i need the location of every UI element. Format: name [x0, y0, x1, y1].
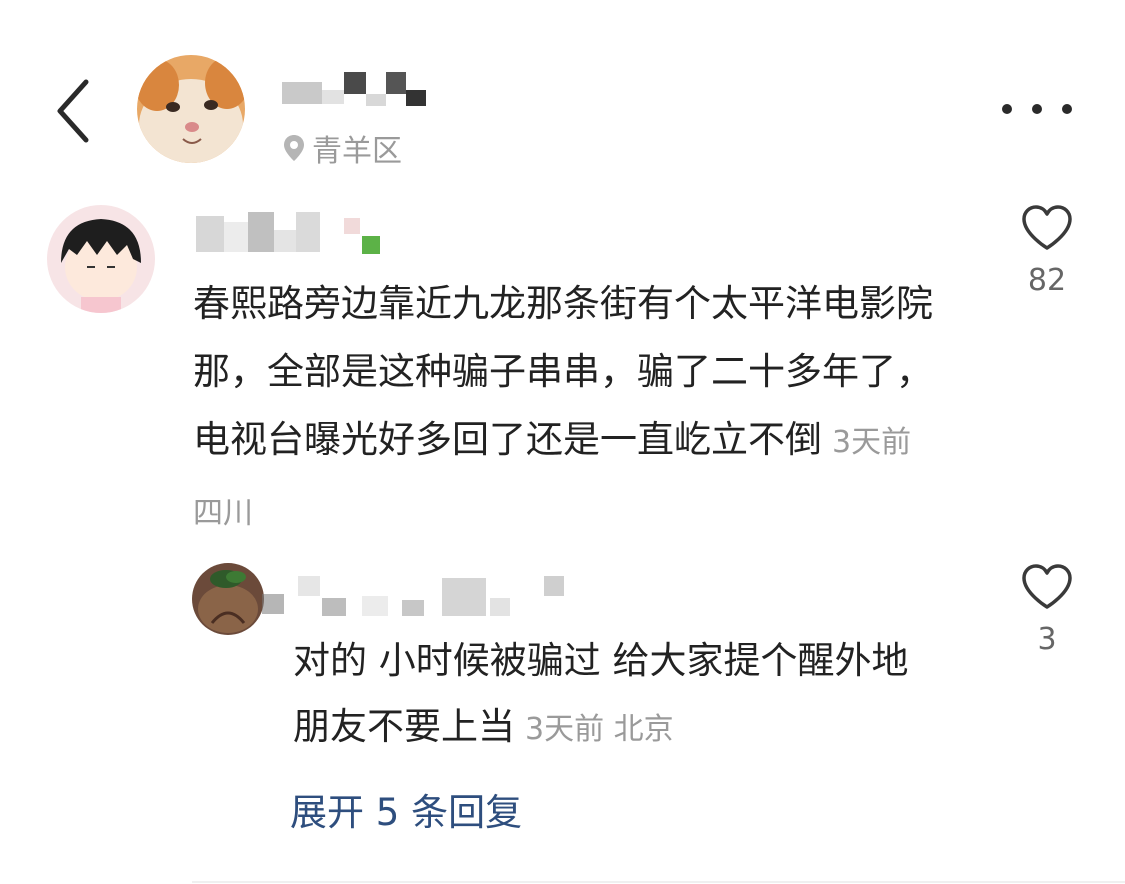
like-count: 82 [1027, 263, 1067, 298]
author-name-redacted [282, 72, 427, 112]
more-horizontal-icon [1002, 104, 1012, 114]
reply-avatar[interactable] [192, 563, 264, 635]
expand-replies-link[interactable]: 展开 5 条回复 [290, 782, 522, 836]
author-avatar[interactable] [137, 55, 245, 163]
back-button[interactable] [50, 76, 100, 146]
heart-icon [1022, 564, 1072, 609]
heart-icon [1022, 205, 1072, 250]
more-button[interactable] [1002, 96, 1072, 122]
location-pin-icon [284, 135, 304, 161]
author-location: 青羊区 [282, 128, 402, 169]
reply-like-button[interactable]: 3 [1010, 564, 1084, 657]
reply-text: 对的 小时候被骗过 给大家提个醒外地朋友不要上当 3天前 北京 [293, 639, 909, 748]
location-text: 青羊区 [312, 134, 402, 169]
reply-like-count: 3 [1037, 622, 1057, 657]
comment-text: 春熙路旁边靠近九龙那条街有个太平洋电影院那，全部是这种骗子串串，骗了二十多年了，… [193, 282, 933, 531]
commenter-avatar[interactable] [47, 205, 155, 313]
chevron-left-icon [57, 79, 89, 143]
divider [192, 881, 1125, 883]
commenter-name-redacted [196, 212, 386, 254]
reply-meta: 3天前 北京 [525, 712, 674, 747]
reply-name-redacted [262, 572, 572, 618]
like-button[interactable]: 82 [1010, 205, 1084, 298]
